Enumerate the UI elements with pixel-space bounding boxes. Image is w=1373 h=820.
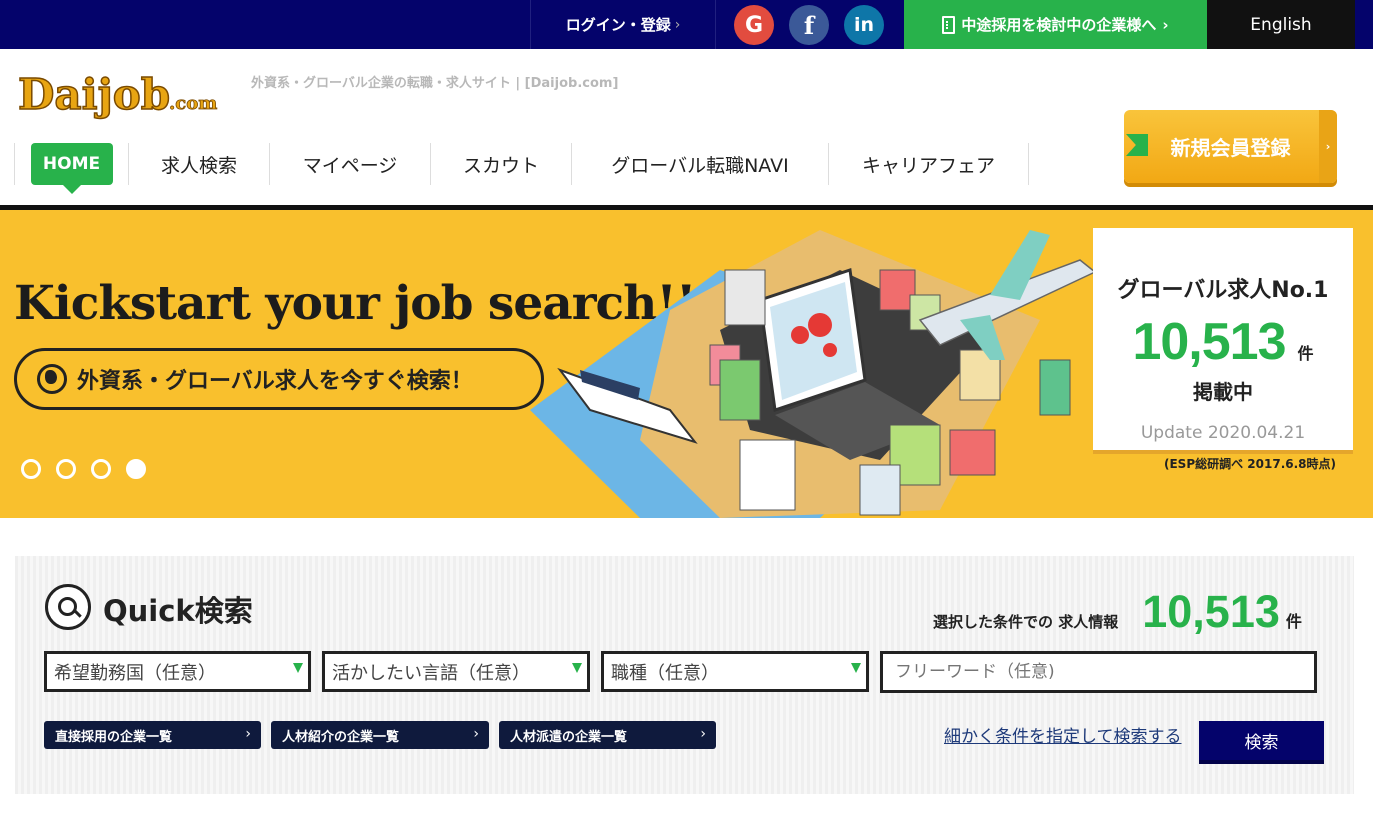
job-type-select-value: 職種（任意）: [611, 662, 719, 684]
business-hiring-link[interactable]: 中途採用を検討中の企業様へ ›: [904, 0, 1207, 49]
source-note: (ESP総研調べ 2017.6.8時点): [1164, 457, 1336, 471]
logo-suffix: .com: [169, 93, 217, 114]
register-button[interactable]: 新規会員登録 ›: [1124, 110, 1337, 183]
chevron-right-icon: ›: [1319, 110, 1337, 183]
linkedin-icon[interactable]: in: [844, 5, 884, 45]
main-nav: HOME 求人検索 マイページ スカウト グローバル転職NAVI キャリアフェア: [14, 143, 1029, 194]
globe-icon: [37, 364, 67, 394]
update-date: Update 2020.04.21: [1140, 423, 1306, 443]
stat-unit: 件: [1297, 344, 1314, 363]
job-type-select[interactable]: 職種（任意）: [601, 651, 869, 692]
job-stats-card: グローバル求人No.1 10,513 件 掲載中 Update 2020.04.…: [1093, 228, 1353, 450]
city-illustration: [530, 230, 1097, 518]
hero-search-pill[interactable]: 外資系・グローバル求人を今すぐ検索！: [14, 348, 544, 410]
site-tagline: 外資系・グローバル企業の転職・求人サイト | [Daijob.com]: [251, 76, 619, 91]
slide-dot-4[interactable]: [126, 459, 146, 479]
quick-search-title: Quick検索: [103, 594, 253, 628]
country-select-value: 希望勤務国（任意）: [54, 662, 216, 684]
chevron-right-icon: ›: [473, 726, 479, 742]
site-logo[interactable]: Daijob .com: [16, 66, 221, 124]
language-select-value: 活かしたい言語（任意）: [332, 662, 530, 684]
quick-search-panel: Quick検索 選択した条件での 求人情報 10,513 件 希望勤務国（任意）…: [15, 556, 1354, 794]
dropdown-arrow-icon: [572, 663, 582, 673]
dispatch-list-button[interactable]: 人材派遣の企業一覧 ›: [499, 721, 716, 749]
login-register-link[interactable]: ログイン・登録 ›: [530, 0, 716, 49]
dropdown-arrow-icon: [851, 663, 861, 673]
business-label: 中途採用を検討中の企業様へ: [961, 16, 1157, 34]
nav-home[interactable]: HOME: [14, 143, 128, 194]
chevron-right-icon: ›: [674, 16, 681, 33]
top-bar: ログイン・登録 › G f in 中途採用を検討中の企業様へ › English: [0, 0, 1373, 49]
building-icon: [942, 15, 956, 34]
register-label: 新規会員登録: [1170, 136, 1291, 160]
dropdown-arrow-icon: [293, 663, 303, 673]
facebook-icon[interactable]: f: [789, 5, 829, 45]
detailed-search-link[interactable]: 細かく条件を指定して検索する: [944, 722, 1182, 747]
google-icon[interactable]: G: [734, 5, 774, 45]
stat-number: 10,513: [1132, 313, 1286, 371]
result-count: 選択した条件での 求人情報 10,513 件: [933, 586, 1302, 638]
stat-count: 10,513 件: [1093, 312, 1353, 372]
search-icon: [45, 584, 91, 630]
slide-dot-1[interactable]: [21, 459, 41, 479]
login-label: ログイン・登録: [565, 16, 671, 34]
chevron-right-icon: ›: [245, 726, 251, 742]
nav-job-search[interactable]: 求人検索: [128, 143, 269, 185]
slide-dot-3[interactable]: [91, 459, 111, 479]
hero-pill-text: 外資系・グローバル求人を今すぐ検索！: [77, 369, 473, 394]
nav-mypage[interactable]: マイページ: [269, 143, 430, 185]
freeword-input[interactable]: [880, 651, 1317, 693]
slide-dot-2[interactable]: [56, 459, 76, 479]
ribbon-icon: [1126, 134, 1148, 156]
agency-list-button[interactable]: 人材紹介の企業一覧 ›: [271, 721, 489, 749]
category-label: 人材派遣の企業一覧: [510, 729, 628, 745]
search-button[interactable]: 検索: [1199, 721, 1324, 764]
english-link[interactable]: English: [1207, 0, 1355, 49]
direct-hiring-list-button[interactable]: 直接採用の企業一覧 ›: [44, 721, 261, 749]
result-count-unit: 件: [1285, 612, 1302, 631]
stat-title: グローバル求人No.1: [1117, 278, 1329, 303]
category-label: 人材紹介の企業一覧: [282, 729, 400, 745]
chevron-right-icon: ›: [1162, 15, 1169, 34]
result-count-number: 10,513: [1142, 586, 1280, 637]
logo-text: Daijob: [18, 70, 170, 119]
result-count-label: 選択した条件での 求人情報: [933, 613, 1119, 631]
hero-banner[interactable]: Kickstart your job search!! 外資系・グローバル求人を…: [0, 210, 1373, 518]
category-label: 直接採用の企業一覧: [55, 729, 173, 745]
nav-global-navi[interactable]: グローバル転職NAVI: [571, 143, 828, 185]
chevron-right-icon: ›: [700, 726, 706, 742]
slide-indicator: [21, 459, 146, 479]
language-select[interactable]: 活かしたい言語（任意）: [322, 651, 590, 692]
nav-career-fair[interactable]: キャリアフェア: [828, 143, 1029, 185]
country-select[interactable]: 希望勤務国（任意）: [44, 651, 311, 692]
nav-scout[interactable]: スカウト: [430, 143, 571, 185]
stat-sub: 掲載中: [1193, 380, 1253, 404]
nav-home-label: HOME: [30, 143, 113, 194]
